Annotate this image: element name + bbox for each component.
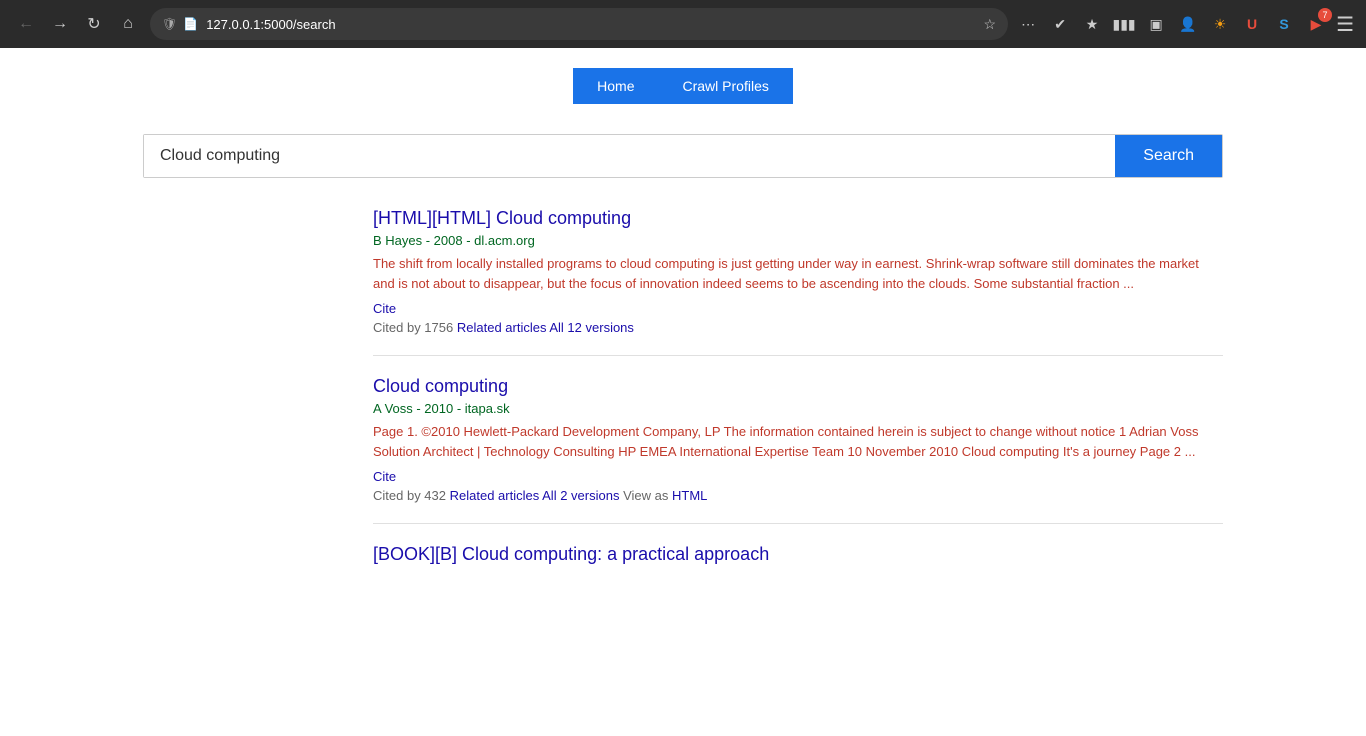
pocket-icon[interactable]: ✔: [1048, 12, 1072, 36]
extension-icon-1[interactable]: ☀: [1208, 12, 1232, 36]
address-bar-container: 🛡 📄 ☆: [150, 8, 1008, 40]
result-item: Cloud computing A Voss - 2010 - itapa.sk…: [373, 376, 1223, 524]
browser-right-icons: ⋯ ✔ ★ ▮▮▮ ▣ 👤 ☀ U S ▶ 7 ☰: [1016, 12, 1354, 37]
page-content: Home Crawl Profiles Search [HTML][HTML] …: [0, 48, 1366, 736]
browser-chrome: ← → ↻ ⌂ 🛡 📄 ☆ ⋯ ✔ ★ ▮▮▮ ▣ 👤 ☀ U S ▶ 7 ☰: [0, 0, 1366, 48]
result-title[interactable]: Cloud computing: [373, 376, 1223, 397]
versions-link[interactable]: All 12 versions: [549, 320, 634, 335]
tab-icon[interactable]: ▣: [1144, 12, 1168, 36]
result-stats: Cited by 432 Related articles All 2 vers…: [373, 488, 1223, 503]
result-cite[interactable]: Cite: [373, 469, 1223, 484]
address-bar-icons: 🛡 📄: [162, 17, 198, 31]
crawl-profiles-nav-link[interactable]: Crawl Profiles: [659, 68, 793, 104]
result-title[interactable]: [HTML][HTML] Cloud computing: [373, 208, 1223, 229]
cited-by: Cited by 432: [373, 488, 446, 503]
related-articles-link[interactable]: Related articles: [457, 320, 547, 335]
page-icon: 📄: [183, 17, 198, 31]
nav-bar: Home Crawl Profiles: [20, 68, 1346, 104]
result-item: [HTML][HTML] Cloud computing B Hayes - 2…: [373, 208, 1223, 356]
home-button[interactable]: ⌂: [114, 10, 142, 38]
forward-button[interactable]: →: [46, 10, 74, 38]
results-container: [HTML][HTML] Cloud computing B Hayes - 2…: [143, 208, 1223, 565]
badge-count: 7: [1318, 8, 1332, 22]
result-snippet: The shift from locally installed program…: [373, 254, 1223, 293]
address-bar-input[interactable]: [206, 17, 975, 32]
account-icon[interactable]: 👤: [1176, 12, 1200, 36]
cited-by: Cited by 1756: [373, 320, 453, 335]
versions-link[interactable]: All 2 versions: [542, 488, 619, 503]
bookmark-icon[interactable]: ★: [1080, 12, 1104, 36]
html-link[interactable]: HTML: [672, 488, 707, 503]
search-button[interactable]: Search: [1115, 135, 1222, 177]
nav-buttons: ← → ↻ ⌂: [12, 10, 142, 38]
result-meta: B Hayes - 2008 - dl.acm.org: [373, 233, 1223, 248]
library-icon[interactable]: ▮▮▮: [1112, 12, 1136, 36]
result-cite[interactable]: Cite: [373, 301, 1223, 316]
star-icon[interactable]: ☆: [984, 16, 997, 33]
extension-icon-4[interactable]: ▶ 7: [1304, 12, 1328, 36]
shield-icon: 🛡: [162, 17, 177, 31]
extension-icon-3[interactable]: S: [1272, 12, 1296, 36]
result-title[interactable]: [BOOK][B] Cloud computing: a practical a…: [373, 544, 1223, 565]
search-input[interactable]: [144, 135, 1115, 177]
view-as-text: View as: [623, 488, 668, 503]
refresh-button[interactable]: ↻: [80, 10, 108, 38]
hamburger-menu-icon[interactable]: ☰: [1336, 12, 1354, 37]
home-nav-link[interactable]: Home: [573, 68, 658, 104]
more-options-icon[interactable]: ⋯: [1016, 12, 1040, 36]
extension-icon-2[interactable]: U: [1240, 12, 1264, 36]
search-container: Search: [143, 134, 1223, 178]
back-button[interactable]: ←: [12, 10, 40, 38]
result-meta: A Voss - 2010 - itapa.sk: [373, 401, 1223, 416]
result-item: [BOOK][B] Cloud computing: a practical a…: [373, 544, 1223, 565]
related-articles-link[interactable]: Related articles: [450, 488, 540, 503]
result-snippet: Page 1. ©2010 Hewlett-Packard Developmen…: [373, 422, 1223, 461]
result-stats: Cited by 1756 Related articles All 12 ve…: [373, 320, 1223, 335]
